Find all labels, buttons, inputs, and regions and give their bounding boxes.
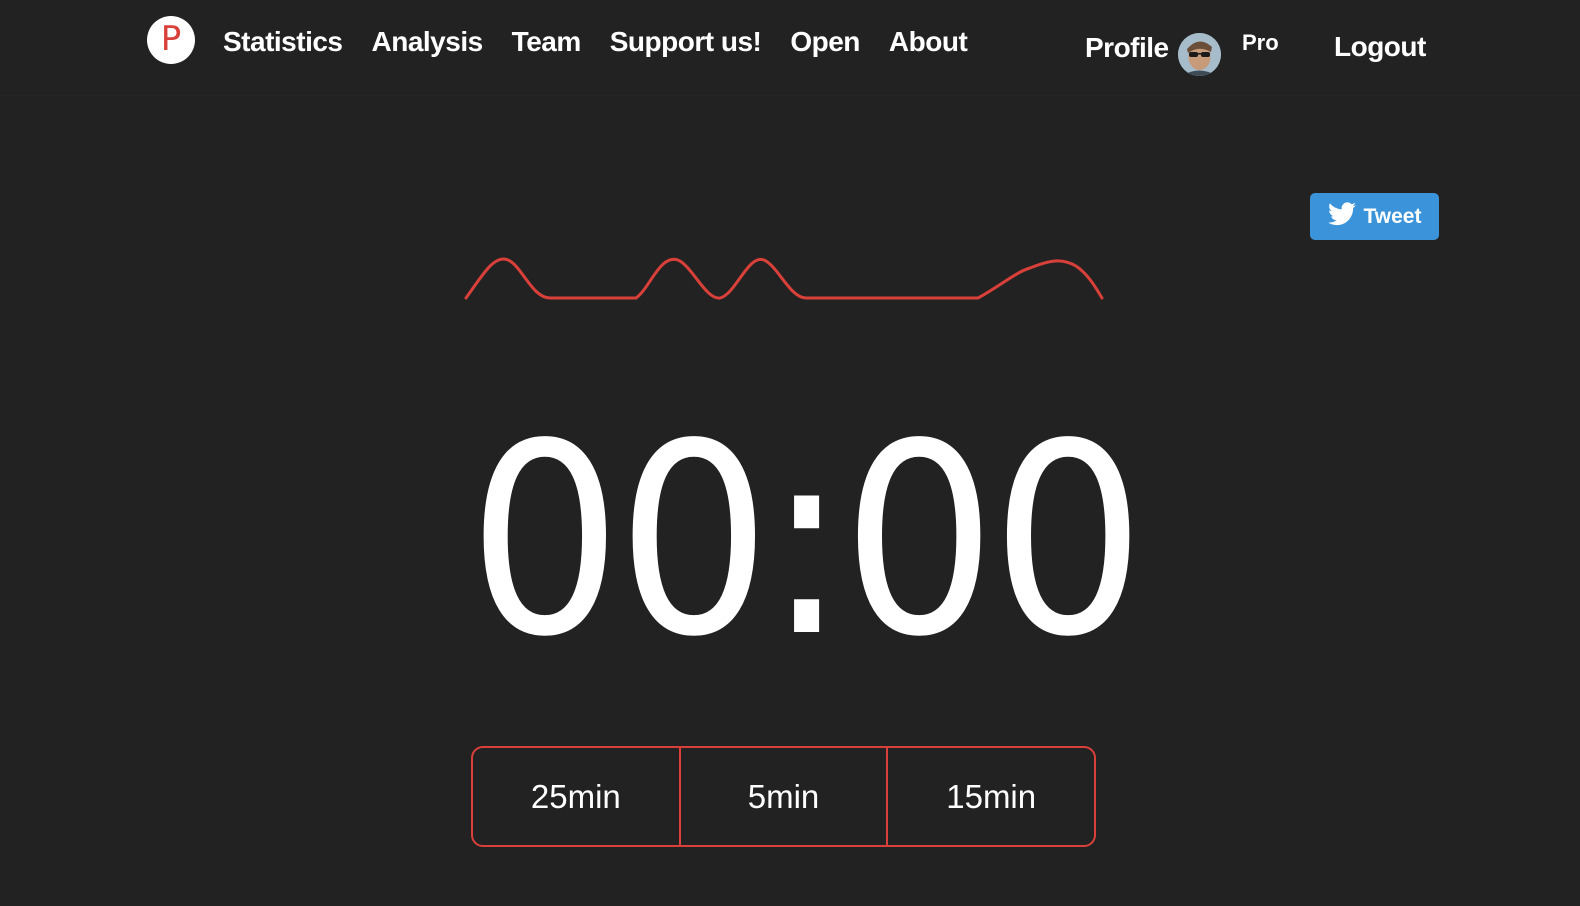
timer-display: 00:00 xyxy=(467,388,1146,695)
tweet-button[interactable]: Tweet xyxy=(1310,193,1439,240)
avatar[interactable] xyxy=(1178,33,1221,76)
twitter-bird-icon xyxy=(1327,202,1356,231)
app-logo[interactable]: P xyxy=(147,16,195,64)
tweet-label: Tweet xyxy=(1363,204,1422,228)
nav-item-about[interactable]: About xyxy=(889,26,968,58)
duration-25min-button[interactable]: 25min xyxy=(473,748,679,845)
nav-item-support[interactable]: Support us! xyxy=(610,26,762,58)
plan-badge: Pro xyxy=(1242,30,1279,55)
avatar-image xyxy=(1178,33,1221,76)
nav-item-team[interactable]: Team xyxy=(512,26,582,58)
logout-button[interactable]: Logout xyxy=(1334,31,1426,63)
main-nav: Statistics Analysis Team Support us! Ope… xyxy=(223,26,996,58)
duration-15min-button[interactable]: 15min xyxy=(886,748,1094,845)
logo-letter: P xyxy=(160,19,182,59)
top-navbar: P Statistics Analysis Team Support us! O… xyxy=(0,0,1580,96)
nav-item-statistics[interactable]: Statistics xyxy=(223,26,343,58)
nav-item-analysis[interactable]: Analysis xyxy=(372,26,484,58)
duration-selector: 25min 5min 15min xyxy=(471,746,1096,847)
duration-5min-button[interactable]: 5min xyxy=(678,748,887,845)
activity-wave-graph xyxy=(464,257,1104,300)
nav-item-open[interactable]: Open xyxy=(790,26,860,58)
profile-link[interactable]: Profile xyxy=(1085,32,1169,64)
